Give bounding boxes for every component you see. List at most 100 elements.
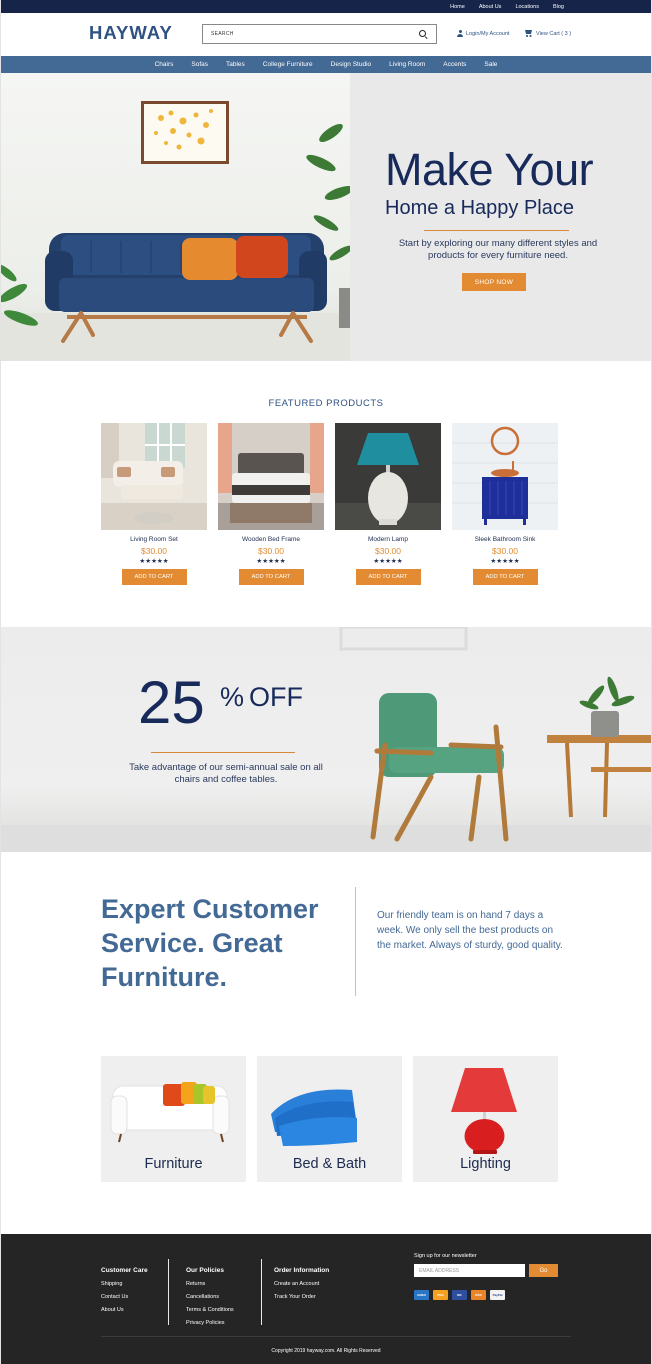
product-image-lamp[interactable] [335, 423, 441, 530]
hero-divider [424, 230, 569, 231]
top-link-home[interactable]: Home [443, 4, 472, 10]
footer-divider [168, 1259, 169, 1325]
nav-item-sofas[interactable]: Sofas [182, 61, 217, 68]
footer-heading: Order Information [274, 1267, 330, 1274]
sale-off-label: OFF [249, 682, 303, 712]
paypal-icon: PayPal [490, 1290, 505, 1300]
category-label: Bed & Bath [292, 1156, 367, 1172]
header: HAYWAY Login/My Account View Cart ( 3 ) [1, 13, 651, 56]
nav-item-accents[interactable]: Accents [434, 61, 475, 68]
footer-policies: Our Policies Returns Cancellations Terms… [186, 1264, 234, 1330]
amex-icon: AMEX [414, 1290, 429, 1300]
rating-stars: ★★★★★ [139, 558, 169, 565]
product-price: $30.00 [492, 546, 518, 556]
featured-products-grid: Living Room Set $30.00 ★★★★★ ADD TO CART… [101, 423, 558, 585]
category-label: Furniture [144, 1156, 203, 1172]
hero-description: Start by exploring our many different st… [398, 238, 598, 262]
category-tile-lighting[interactable]: Lighting [413, 1056, 558, 1182]
discover-icon: DISC [471, 1290, 486, 1300]
product-name[interactable]: Wooden Bed Frame [218, 536, 324, 543]
shop-now-button[interactable]: SHOP NOW [462, 273, 526, 291]
expert-divider [355, 887, 356, 996]
mastercard-icon: MC [452, 1290, 467, 1300]
add-to-cart-button[interactable]: ADD TO CART [355, 569, 421, 585]
logo[interactable]: HAYWAY [89, 22, 173, 44]
footer-link-track-order[interactable]: Track Your Order [274, 1291, 329, 1304]
user-icon [457, 30, 463, 37]
cart-link[interactable]: View Cart ( 3 ) [524, 30, 571, 37]
nav-item-sale[interactable]: Sale [475, 61, 506, 68]
top-link-locations[interactable]: Locations [508, 4, 546, 10]
footer-link-terms[interactable]: Terms & Conditions [186, 1304, 234, 1317]
rating-stars: ★★★★★ [256, 558, 286, 565]
category-tile-furniture[interactable]: Furniture [101, 1056, 246, 1182]
rating-stars: ★★★★★ [373, 558, 403, 565]
cart-icon [524, 30, 533, 37]
rating-stars: ★★★★★ [490, 558, 520, 565]
footer-rule [101, 1336, 571, 1337]
nav-item-living-room[interactable]: Living Room [380, 61, 434, 68]
top-utility-bar: Home About Us Locations Blog [1, 0, 651, 13]
product-card: Sleek Bathroom Sink $30.00 ★★★★★ ADD TO … [452, 423, 558, 585]
newsletter-label: Sign up for our newsletter [414, 1253, 477, 1259]
nav-item-college-furniture[interactable]: College Furniture [254, 61, 322, 68]
hero-sofa-image [1, 73, 350, 361]
newsletter-go-button[interactable]: Go [529, 1264, 558, 1277]
footer-heading: Our Policies [186, 1267, 224, 1274]
featured-products-title: FEATURED PRODUCTS [268, 398, 384, 409]
add-to-cart-button[interactable]: ADD TO CART [472, 569, 538, 585]
hero-subtitle: Home a Happy Place [385, 197, 574, 219]
page: Home About Us Locations Blog HAYWAY Logi… [0, 0, 652, 1364]
product-card: Wooden Bed Frame $30.00 ★★★★★ ADD TO CAR… [218, 423, 324, 585]
visa-icon: VISA [433, 1290, 448, 1300]
footer-link-privacy[interactable]: Privacy Policies [186, 1317, 234, 1330]
sale-divider [151, 752, 295, 753]
product-card: Modern Lamp $30.00 ★★★★★ ADD TO CART [335, 423, 441, 585]
footer-link-returns[interactable]: Returns [186, 1278, 234, 1291]
footer-link-shipping[interactable]: Shipping [101, 1278, 148, 1291]
sale-percent-sign: % [220, 682, 245, 712]
product-name[interactable]: Living Room Set [101, 536, 207, 543]
footer: Customer Care Shipping Contact Us About … [1, 1234, 651, 1364]
product-image-bathroom-sink[interactable] [452, 423, 558, 530]
footer-customer-care: Customer Care Shipping Contact Us About … [101, 1264, 148, 1317]
top-link-about[interactable]: About Us [472, 4, 509, 10]
account-link[interactable]: Login/My Account [457, 30, 509, 37]
hero-title: Make Your [385, 144, 594, 195]
payment-icons: AMEX VISA MC DISC PayPal [414, 1290, 505, 1300]
search-input[interactable] [211, 31, 419, 37]
nav-item-design-studio[interactable]: Design Studio [322, 61, 380, 68]
nav-item-chairs[interactable]: Chairs [146, 61, 183, 68]
category-tile-bed-bath[interactable]: Bed & Bath [257, 1056, 402, 1182]
top-link-blog[interactable]: Blog [546, 4, 571, 10]
product-price: $30.00 [375, 546, 401, 556]
add-to-cart-button[interactable]: ADD TO CART [121, 569, 187, 585]
expert-description: Our friendly team is on hand 7 days a we… [377, 910, 563, 951]
expert-heading: Expert Customer Service. Great Furniture… [101, 894, 319, 992]
newsletter-email-input[interactable] [414, 1264, 525, 1277]
footer-link-contact[interactable]: Contact Us [101, 1291, 148, 1304]
cart-label: View Cart ( 3 ) [536, 30, 572, 37]
product-name[interactable]: Sleek Bathroom Sink [452, 536, 558, 543]
product-image-living-room[interactable] [101, 423, 207, 530]
sale-description: Take advantage of our semi-annual sale o… [129, 762, 323, 785]
category-label: Lighting [460, 1156, 511, 1172]
product-image-bed-frame[interactable] [218, 423, 324, 530]
product-price: $30.00 [141, 546, 167, 556]
sale-banner[interactable] [1, 627, 651, 852]
footer-link-cancellations[interactable]: Cancellations [186, 1291, 234, 1304]
account-label: Login/My Account [466, 30, 510, 37]
nav-item-tables[interactable]: Tables [217, 61, 254, 68]
search-icon[interactable] [419, 29, 428, 39]
category-grid: Furniture Bed & Bath Lighting [101, 1056, 558, 1182]
product-price: $30.00 [258, 546, 284, 556]
main-nav: Chairs Sofas Tables College Furniture De… [1, 56, 651, 73]
footer-divider [261, 1259, 262, 1325]
product-name[interactable]: Modern Lamp [335, 536, 441, 543]
footer-link-create-account[interactable]: Create an Account [274, 1278, 329, 1291]
footer-order-info: Order Information Create an Account Trac… [274, 1264, 329, 1304]
footer-link-about[interactable]: About Us [101, 1304, 148, 1317]
add-to-cart-button[interactable]: ADD TO CART [238, 569, 304, 585]
product-card: Living Room Set $30.00 ★★★★★ ADD TO CART [101, 423, 207, 585]
search-box [202, 24, 437, 44]
